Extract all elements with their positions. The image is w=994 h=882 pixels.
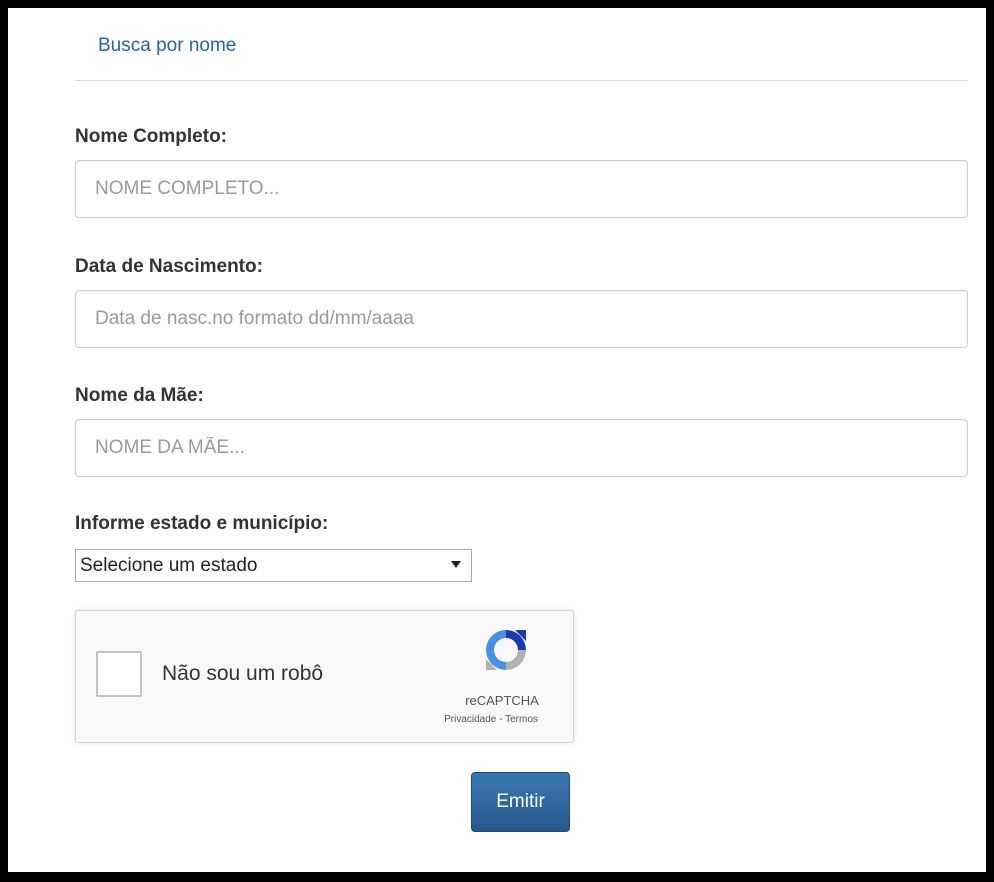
recaptcha-checkbox[interactable] [96, 651, 142, 697]
links-separator: - [496, 714, 506, 725]
recaptcha-label: Não sou um robô [162, 662, 324, 685]
location-label: Informe estado e município: [75, 513, 329, 534]
search-form-page: Busca por nome Nome Completo: Data de Na… [8, 8, 986, 872]
mother-name-label: Nome da Mãe: [75, 385, 204, 406]
birth-date-field [75, 290, 968, 348]
tab-divider [75, 80, 968, 81]
window-frame: Busca por nome Nome Completo: Data de Na… [0, 0, 994, 882]
tab-busca-por-nome[interactable]: Busca por nome [98, 35, 236, 57]
recaptcha-logo-icon [486, 630, 526, 670]
full-name-label: Nome Completo: [75, 126, 227, 147]
terms-link[interactable]: Termos [505, 714, 538, 725]
full-name-input[interactable] [76, 161, 967, 217]
state-select[interactable]: Selecione um estado [75, 549, 472, 582]
birth-date-input[interactable] [76, 291, 967, 347]
recaptcha-widget: Não sou um robô reCAPTCHA Privacidade - … [75, 610, 574, 743]
state-select-value: Selecione um estado [80, 555, 258, 576]
recaptcha-brand: reCAPTCHA [465, 693, 539, 708]
full-name-field [75, 160, 968, 218]
mother-name-input[interactable] [76, 420, 967, 476]
dropdown-arrow-icon [451, 561, 461, 568]
recaptcha-links: Privacidade - Termos [416, 714, 566, 725]
privacy-link[interactable]: Privacidade [444, 714, 496, 725]
birth-date-label: Data de Nascimento: [75, 256, 263, 277]
mother-name-field [75, 419, 968, 477]
emitir-button[interactable]: Emitir [471, 772, 570, 832]
